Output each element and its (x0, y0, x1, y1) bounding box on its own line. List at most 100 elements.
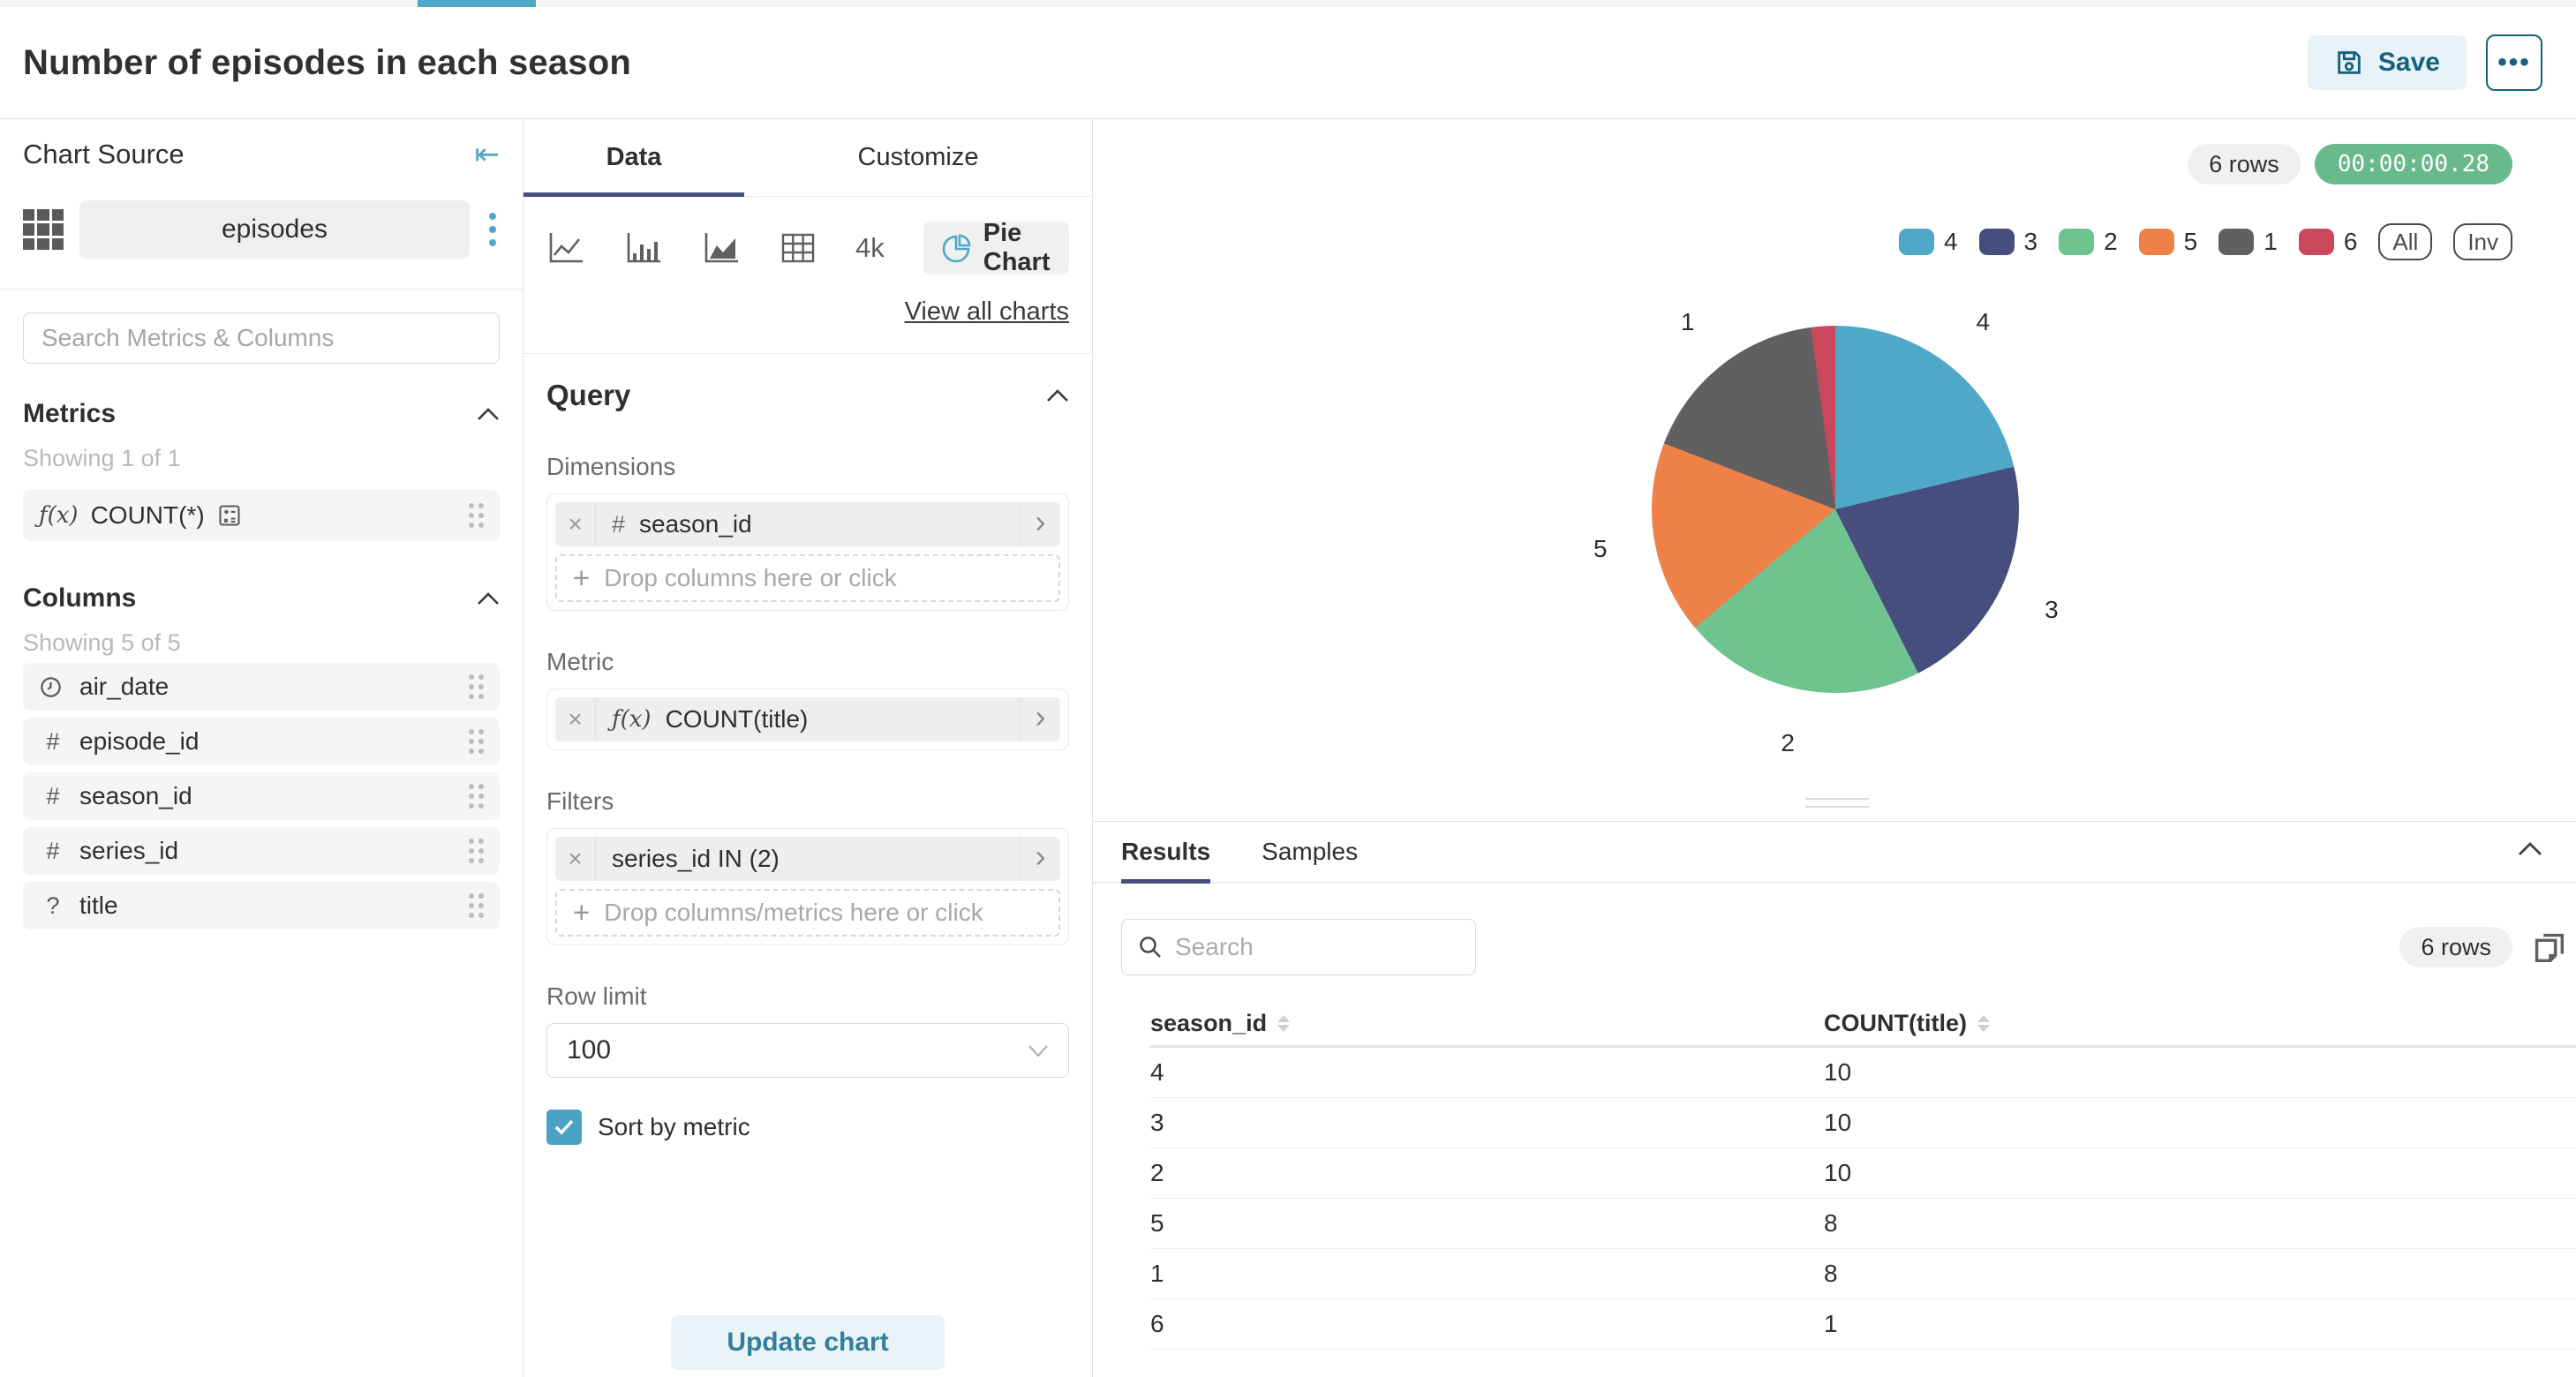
filter-chip-series-id[interactable]: × series_id IN (2) › (555, 837, 1060, 881)
drag-handle-icon[interactable] (469, 839, 484, 863)
tab-data[interactable]: Data (523, 119, 744, 196)
remove-icon[interactable]: × (555, 697, 596, 741)
pie-chart[interactable] (1652, 326, 2019, 693)
results-search-input[interactable] (1175, 933, 1459, 961)
row-limit-select[interactable]: 100 (546, 1023, 1069, 1078)
cell-season-id: 3 (1150, 1109, 1824, 1137)
row-limit-value: 100 (567, 1035, 611, 1065)
pie-slice-label: 5 (1593, 535, 1608, 563)
dataset-table-icon (23, 209, 64, 250)
metrics-columns-search-input[interactable] (23, 312, 500, 364)
top-loading-strip (0, 0, 2576, 7)
tab-customize[interactable]: Customize (744, 119, 1092, 196)
remove-icon[interactable]: × (555, 837, 596, 881)
legend-item[interactable]: 3 (1979, 228, 2038, 256)
column-header-count-title[interactable]: COUNT(title) (1824, 1010, 2576, 1037)
table-row[interactable]: 5 8 (1150, 1199, 2576, 1249)
column-list-item[interactable]: ? title (23, 882, 500, 929)
cell-season-id: 4 (1150, 1058, 1824, 1087)
results-collapse-icon[interactable] (2518, 841, 2542, 856)
metric-chip-label: COUNT(title) (666, 705, 809, 734)
sort-by-metric-checkbox[interactable] (546, 1110, 582, 1145)
legend-swatch (2218, 229, 2254, 255)
column-list-item[interactable]: # series_id (23, 827, 500, 875)
selected-viz-label: Pie Chart (983, 219, 1051, 277)
chevron-right-icon[interactable]: › (1020, 697, 1060, 741)
chevron-down-icon (1028, 1044, 1049, 1057)
legend-item[interactable]: 1 (2218, 228, 2278, 256)
column-list-item[interactable]: air_date (23, 663, 500, 711)
legend-label: 1 (2263, 228, 2278, 256)
more-menu-button[interactable]: ••• (2486, 34, 2542, 91)
header-actions: Save ••• (2308, 34, 2542, 91)
table-row[interactable]: 1 8 (1150, 1249, 2576, 1299)
column-list-item[interactable]: # episode_id (23, 718, 500, 765)
query-timer-badge: 00:00:00.28 (2315, 144, 2512, 184)
metric-chip-count-title[interactable]: × ƒ(x) COUNT(title) › (555, 697, 1060, 741)
legend-item[interactable]: 6 (2299, 228, 2358, 256)
tab-results[interactable]: Results (1121, 822, 1210, 882)
query-heading: Query (546, 379, 630, 412)
metrics-collapse-icon[interactable] (477, 407, 500, 421)
tab-samples[interactable]: Samples (1262, 822, 1358, 882)
table-row[interactable]: 4 10 (1150, 1048, 2576, 1098)
legend-invert-button[interactable]: Inv (2453, 223, 2512, 260)
legend-swatch (2059, 229, 2094, 255)
dimension-chip-season-id[interactable]: × # season_id › (555, 502, 1060, 546)
drag-handle-icon[interactable] (469, 674, 484, 699)
save-button[interactable]: Save (2308, 35, 2467, 90)
metrics-showing-count: Showing 1 of 1 (23, 445, 500, 472)
filters-drop-zone[interactable]: + Drop columns/metrics here or click (555, 889, 1060, 937)
dimensions-drop-zone[interactable]: + Drop columns here or click (555, 554, 1060, 602)
copy-icon[interactable] (2528, 927, 2569, 967)
big-number-chart-icon[interactable]: 4k (855, 232, 885, 264)
update-chart-button[interactable]: Update chart (671, 1315, 945, 1370)
table-row[interactable]: 6 1 (1150, 1299, 2576, 1350)
chevron-right-icon[interactable]: › (1020, 837, 1060, 881)
control-panel: Data Customize (523, 119, 1093, 1377)
drag-handle-icon[interactable] (469, 729, 484, 754)
legend-select-all-button[interactable]: All (2378, 223, 2432, 260)
plus-icon: + (573, 896, 590, 929)
dataset-selector[interactable]: episodes (79, 200, 470, 259)
filters-label: Filters (546, 787, 1069, 816)
sort-icon[interactable] (1277, 1015, 1290, 1032)
table-row[interactable]: 3 10 (1150, 1098, 2576, 1148)
function-icon: ƒ(x) (39, 502, 79, 529)
chart-and-results-panel: 6 rows 00:00:00.28 4 3 2 (1093, 119, 2576, 1377)
bar-chart-icon[interactable] (624, 230, 663, 266)
view-all-charts-link[interactable]: View all charts (905, 297, 1069, 326)
line-chart-icon[interactable] (546, 230, 585, 266)
number-type-icon: # (39, 783, 67, 810)
legend-item[interactable]: 2 (2059, 228, 2118, 256)
chart-source-section: Chart Source ⇤ episodes (0, 119, 523, 290)
legend-swatch (2139, 229, 2174, 255)
number-type-icon: # (39, 838, 67, 865)
columns-collapse-icon[interactable] (477, 591, 500, 606)
cell-season-id: 5 (1150, 1209, 1824, 1238)
selected-viz-pie-chart[interactable]: Pie Chart (923, 222, 1069, 275)
drag-handle-icon[interactable] (469, 784, 484, 809)
column-header-season-id[interactable]: season_id (1150, 1010, 1824, 1037)
area-chart-icon[interactable] (702, 230, 741, 266)
sort-icon[interactable] (1977, 1015, 1990, 1032)
metric-list-item[interactable]: ƒ(x) COUNT(*) (23, 490, 500, 541)
table-row[interactable]: 2 10 (1150, 1148, 2576, 1199)
metric-control: × ƒ(x) COUNT(title) › (546, 688, 1069, 750)
remove-icon[interactable]: × (555, 502, 596, 546)
panel-resize-handle[interactable] (1805, 798, 1869, 814)
results-search-box (1121, 919, 1476, 975)
query-collapse-icon[interactable] (1046, 388, 1069, 403)
drag-handle-icon[interactable] (469, 893, 484, 918)
sort-by-metric-control[interactable]: Sort by metric (546, 1110, 1069, 1145)
legend-item[interactable]: 5 (2139, 228, 2198, 256)
column-list-item[interactable]: # season_id (23, 772, 500, 820)
legend-item[interactable]: 4 (1899, 228, 1958, 256)
table-chart-icon[interactable] (780, 231, 817, 265)
collapse-panel-icon[interactable]: ⇤ (475, 139, 501, 169)
table-header-row: season_id COUNT(title) (1150, 1002, 2576, 1048)
drag-handle-icon[interactable] (469, 503, 484, 528)
chevron-right-icon[interactable]: › (1020, 502, 1060, 546)
dataset-options-icon[interactable] (486, 209, 500, 250)
search-icon (1138, 935, 1163, 959)
